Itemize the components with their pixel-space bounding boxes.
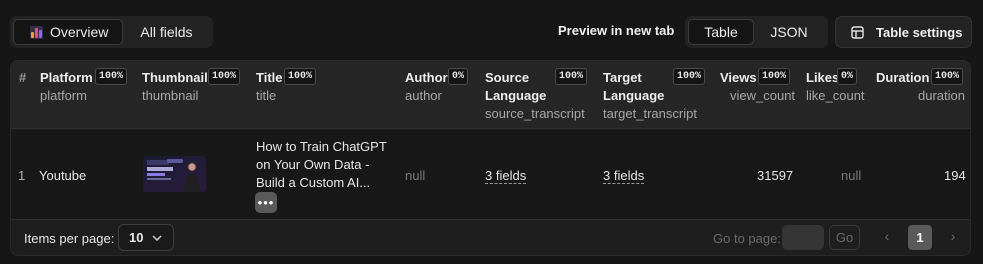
- table-header: # Platform platform 100% Thumbnail thumb…: [11, 61, 970, 129]
- table-settings-button[interactable]: Table settings: [835, 16, 972, 48]
- preview-in-new-tab-link[interactable]: Preview in new tab: [558, 23, 674, 38]
- column-header-title[interactable]: Title title: [256, 69, 283, 105]
- likes-cell: null: [841, 168, 862, 183]
- fill-rate-badge: 0%: [448, 68, 469, 85]
- fill-rate-badge: 100%: [95, 68, 128, 85]
- format-toggle: Table JSON: [685, 16, 828, 48]
- table-settings-icon: [851, 25, 864, 39]
- column-key: like_count: [806, 88, 865, 103]
- column-key: author: [405, 88, 442, 103]
- video-thumbnail-image: [143, 156, 206, 192]
- column-key: source_transcript: [485, 106, 585, 121]
- duration-cell: 194: [944, 168, 966, 183]
- column-key: title: [256, 88, 277, 103]
- title-cell: How to Train ChatGPT on Your Own Data - …: [256, 139, 387, 190]
- items-per-page-label: Items per page:: [24, 231, 115, 246]
- column-header-platform[interactable]: Platform platform: [40, 69, 93, 105]
- go-to-page-label: Go to page:: [713, 231, 781, 246]
- table-row[interactable]: 1 Youtube How to Train ChatGPT on Your O…: [11, 130, 970, 220]
- views-cell: 31597: [757, 168, 794, 183]
- column-key: platform: [40, 88, 87, 103]
- next-page-icon[interactable]: ›: [946, 228, 960, 244]
- row-index: 1: [18, 168, 26, 183]
- author-cell: null: [405, 168, 426, 183]
- column-key: view_count: [730, 88, 796, 103]
- page-number-current[interactable]: 1: [908, 225, 932, 250]
- fill-rate-badge: 100%: [555, 68, 588, 85]
- tab-all-fields-label: All fields: [140, 24, 193, 40]
- format-table-button[interactable]: Table: [688, 19, 754, 45]
- fill-rate-badge: 100%: [673, 68, 706, 85]
- fill-rate-badge: 0%: [837, 68, 858, 85]
- previous-page-icon[interactable]: ‹: [880, 228, 894, 244]
- fill-rate-badge: 100%: [931, 68, 964, 85]
- tab-overview-label: Overview: [50, 24, 109, 40]
- platform-cell: Youtube: [39, 168, 87, 183]
- fill-rate-badge: 100%: [208, 68, 241, 85]
- table-footer: Items per page: 10 Go to page: Go ‹ 1 ›: [11, 220, 970, 255]
- fill-rate-badge: 100%: [758, 68, 791, 85]
- bar-chart-icon: [30, 25, 43, 39]
- tab-all-fields[interactable]: All fields: [123, 19, 210, 45]
- data-table: # Platform platform 100% Thumbnail thumb…: [10, 60, 971, 256]
- column-key: duration: [918, 88, 965, 103]
- items-per-page-select[interactable]: 10: [118, 224, 174, 251]
- column-header-thumbnail[interactable]: Thumbnail thumbnail: [142, 69, 208, 105]
- source-transcript-link[interactable]: 3 fields: [485, 168, 527, 184]
- fill-rate-badge: 100%: [284, 68, 317, 85]
- expand-more-icon[interactable]: •••: [255, 192, 277, 213]
- column-header-author[interactable]: Author author: [405, 69, 448, 105]
- go-to-page-input[interactable]: [782, 225, 824, 250]
- column-key: target_transcript: [603, 106, 697, 121]
- table-settings-label: Table settings: [876, 24, 963, 40]
- go-button[interactable]: Go: [829, 225, 860, 250]
- format-json-button[interactable]: JSON: [754, 19, 824, 45]
- chevron-down-icon: [152, 234, 162, 241]
- target-transcript-link[interactable]: 3 fields: [603, 168, 645, 184]
- view-toggle: Overview All fields: [10, 16, 213, 48]
- column-header-index: #: [19, 70, 27, 85]
- tab-overview[interactable]: Overview: [13, 19, 123, 45]
- video-thumbnail[interactable]: [143, 156, 206, 192]
- column-key: thumbnail: [142, 88, 199, 103]
